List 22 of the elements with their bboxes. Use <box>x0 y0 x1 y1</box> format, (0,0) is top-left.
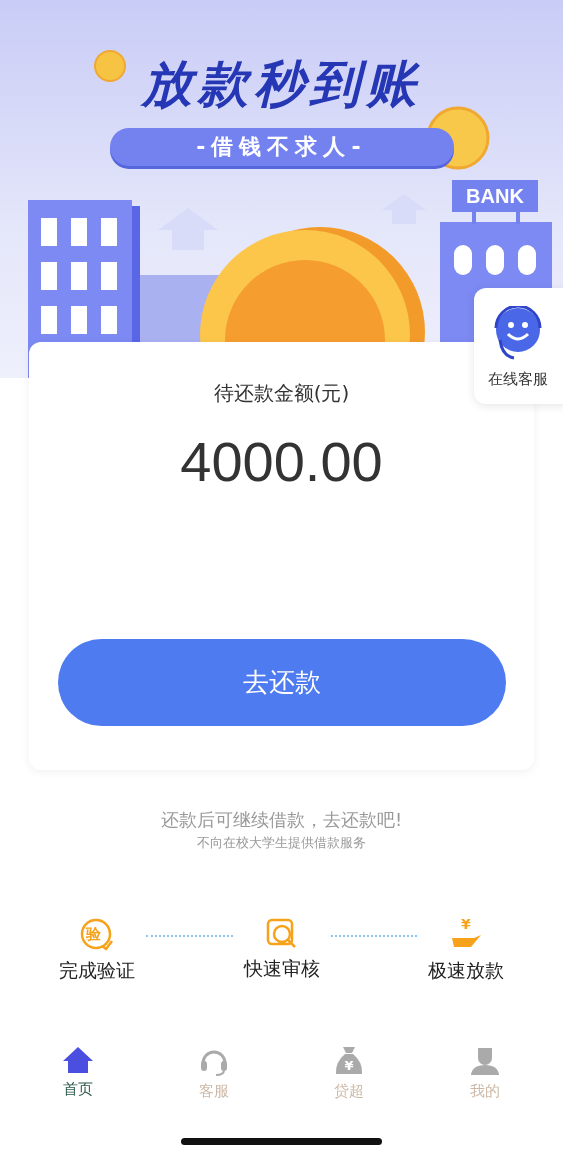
step-label: 快速审核 <box>243 956 320 981</box>
step-label: 完成验证 <box>59 958 135 983</box>
step-label: 极速放款 <box>428 958 504 983</box>
disclaimer-text: 不向在校大学生提供借款服务 <box>197 834 366 852</box>
bank-sign-label: BANK <box>466 185 524 207</box>
repay-hint: 还款后可继续借款，去还款吧! <box>160 808 403 832</box>
slogan-pill: -借钱不求人- <box>109 128 454 166</box>
smiley-headset-icon <box>492 306 544 362</box>
tab-item[interactable]: 客服 <box>168 1046 259 1101</box>
widget-label: 在线客服 <box>488 370 548 389</box>
service-widget[interactable]: 在线客服 <box>474 288 563 404</box>
amount-label: 待还款金额(元) <box>213 380 350 407</box>
home-icon <box>61 1046 94 1074</box>
verify-badge-icon: 验 <box>80 918 114 952</box>
tab-item[interactable]: 我的 <box>440 1046 531 1101</box>
tab-item[interactable]: ¥ 贷超 <box>304 1046 395 1101</box>
search-icon <box>265 918 298 950</box>
repay-button[interactable]: 去还款 <box>57 639 506 726</box>
person-icon <box>470 1046 501 1076</box>
tab-item[interactable]: 首页 <box>32 1046 123 1101</box>
amount-value: 4000.00 <box>180 429 383 494</box>
banner-title: 放款秒到账 <box>141 54 422 115</box>
